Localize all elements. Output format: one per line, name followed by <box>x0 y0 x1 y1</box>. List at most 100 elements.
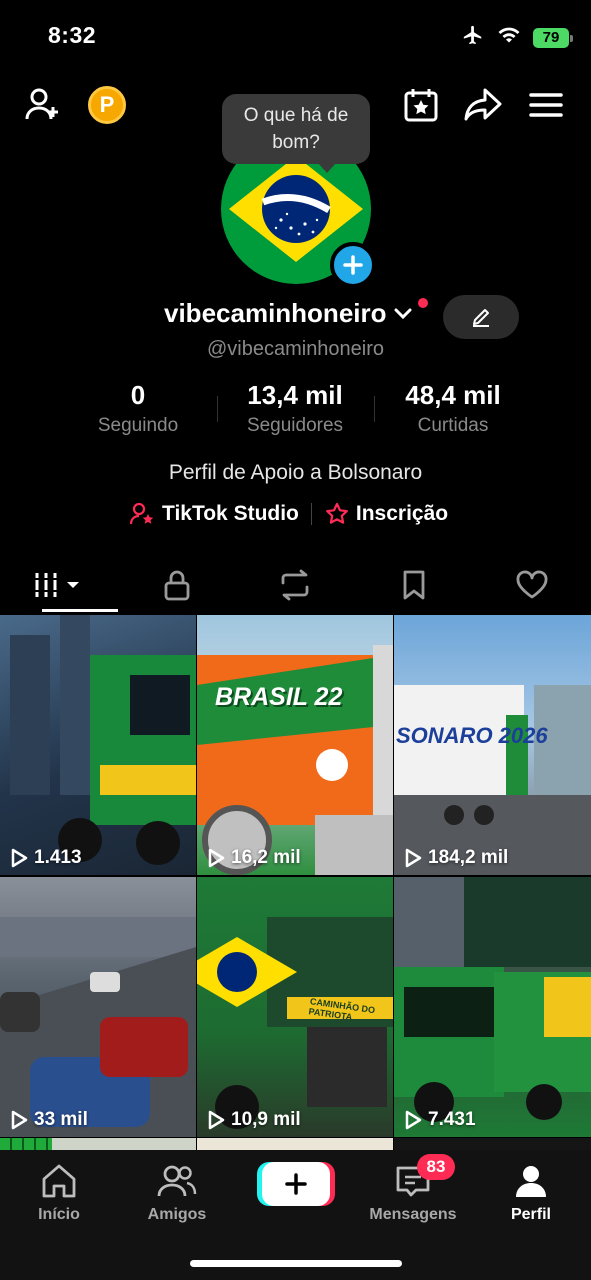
heart-icon <box>516 570 548 599</box>
star-badge-icon <box>325 502 348 524</box>
video-thumbnail-peek[interactable] <box>394 1138 591 1150</box>
calendar-star-icon <box>404 89 438 122</box>
nav-label: Amigos <box>147 1206 207 1223</box>
edit-profile-button[interactable] <box>443 295 519 339</box>
video-thumbnail[interactable]: 33 mil <box>0 877 196 1137</box>
play-icon <box>11 848 28 868</box>
messages-badge: 83 <box>417 1154 455 1180</box>
video-grid: 1.413 BRASIL 22 16,2 mil SONARO 2026 184… <box>0 615 591 1137</box>
video-thumbnail[interactable]: CAMINHÃO DO PATRIOTA 10,9 mil <box>197 877 393 1137</box>
grid-bars-icon <box>35 573 80 597</box>
video-thumbnail[interactable]: BRASIL 22 16,2 mil <box>197 615 393 875</box>
view-count-value: 33 mil <box>34 1109 88 1130</box>
link-label: Inscrição <box>355 502 449 525</box>
video-thumbnail-peek[interactable] <box>197 1138 393 1150</box>
stat-divider <box>374 396 375 422</box>
chevron-down-icon <box>394 308 411 319</box>
tab-private[interactable] <box>118 556 236 614</box>
video-thumbnail[interactable]: 1.413 <box>0 615 196 875</box>
play-icon <box>405 1110 422 1130</box>
video-thumbnail-peek[interactable] <box>0 1138 196 1150</box>
view-count: 10,9 mil <box>207 1109 301 1131</box>
play-icon <box>11 1110 28 1130</box>
airplane-icon <box>461 24 485 51</box>
tooltip-line-1: O que há de <box>243 105 349 126</box>
tiktok-studio-link[interactable]: TikTok Studio <box>130 502 299 526</box>
view-count-value: 184,2 mil <box>428 847 509 868</box>
links-divider <box>310 503 312 525</box>
video-thumbnail[interactable]: 7.431 <box>394 877 591 1137</box>
status-icons: 79 <box>461 24 573 51</box>
tab-reposts[interactable] <box>236 556 354 614</box>
stat-value: 13,4 mil <box>247 380 343 410</box>
add-story-button[interactable] <box>330 242 376 288</box>
add-user-icon <box>25 88 58 120</box>
status-tooltip[interactable]: O que há de bom? <box>222 94 370 173</box>
link-label: TikTok Studio <box>162 502 299 525</box>
stat-label: Seguindo <box>97 415 179 436</box>
view-count: 184,2 mil <box>404 847 508 869</box>
plus-icon <box>343 255 363 275</box>
stat-label: Curtidas <box>417 415 489 436</box>
play-icon <box>208 1110 225 1130</box>
add-friend-button[interactable] <box>22 84 64 126</box>
active-tab-indicator <box>42 609 118 612</box>
tab-favorites[interactable] <box>355 556 473 614</box>
stat-following[interactable]: 0 Seguindo <box>88 380 188 437</box>
view-count: 1.413 <box>10 847 82 869</box>
share-icon <box>464 88 502 121</box>
thumbnail-caption: BRASIL 22 <box>215 683 343 711</box>
nav-profile[interactable]: Perfil <box>476 1160 586 1224</box>
stat-label: Seguidores <box>246 415 344 436</box>
tab-videos[interactable] <box>0 556 118 614</box>
view-count-value: 10,9 mil <box>231 1109 301 1130</box>
view-count: 33 mil <box>10 1109 88 1131</box>
menu-button[interactable] <box>525 84 567 126</box>
repost-icon <box>282 569 309 601</box>
share-profile-button[interactable] <box>462 84 504 126</box>
thumbnail-image <box>394 877 591 1122</box>
view-count-value: 16,2 mil <box>231 847 301 868</box>
profile-bio: Perfil de Apoio a Bolsonaro <box>168 461 423 484</box>
nav-friends[interactable]: Amigos <box>122 1160 232 1224</box>
coins-button[interactable]: P <box>88 86 126 124</box>
profile-tabs <box>0 556 591 614</box>
stat-value: 0 <box>130 380 146 410</box>
status-time: 8:32 <box>48 22 97 48</box>
coin-icon: P <box>99 92 115 117</box>
thumbnail-caption: SONARO 2026 <box>396 723 548 748</box>
account-switcher[interactable]: vibecaminhoneiro <box>164 298 413 329</box>
lock-icon <box>164 570 190 601</box>
create-button[interactable] <box>262 1162 330 1206</box>
notification-dot <box>418 298 428 308</box>
plus-icon <box>285 1173 307 1195</box>
status-bar: 8:32 79 <box>0 0 591 72</box>
home-icon <box>4 1160 114 1202</box>
video-thumbnail[interactable]: SONARO 2026 184,2 mil <box>394 615 591 875</box>
user-star-icon <box>130 502 154 525</box>
view-count: 7.431 <box>404 1109 476 1131</box>
calendar-button[interactable] <box>400 84 442 126</box>
wifi-icon <box>497 25 521 50</box>
tooltip-line-2: bom? <box>272 132 320 153</box>
username: vibecaminhoneiro <box>164 298 387 328</box>
subscription-link[interactable]: Inscrição <box>324 502 448 526</box>
nav-label: Início <box>38 1206 80 1223</box>
view-count-value: 7.431 <box>428 1109 476 1130</box>
nav-label: Mensagens <box>369 1206 457 1223</box>
battery-indicator: 79 <box>533 27 573 48</box>
play-icon <box>405 848 422 868</box>
tab-liked[interactable] <box>473 556 591 614</box>
view-count: 16,2 mil <box>207 847 301 869</box>
hamburger-icon <box>529 93 563 117</box>
user-handle: @vibecaminhoneiro <box>206 338 385 360</box>
bookmark-icon <box>403 570 425 600</box>
nav-home[interactable]: Início <box>4 1160 114 1224</box>
stat-followers[interactable]: 13,4 mil Seguidores <box>235 380 355 437</box>
home-indicator <box>190 1260 402 1267</box>
thumbnail-image <box>0 917 196 1137</box>
profile-links: TikTok Studio Inscrição <box>130 502 448 526</box>
pencil-icon <box>473 309 489 327</box>
stat-likes[interactable]: 48,4 mil Curtidas <box>393 380 513 437</box>
stat-divider <box>217 396 218 422</box>
